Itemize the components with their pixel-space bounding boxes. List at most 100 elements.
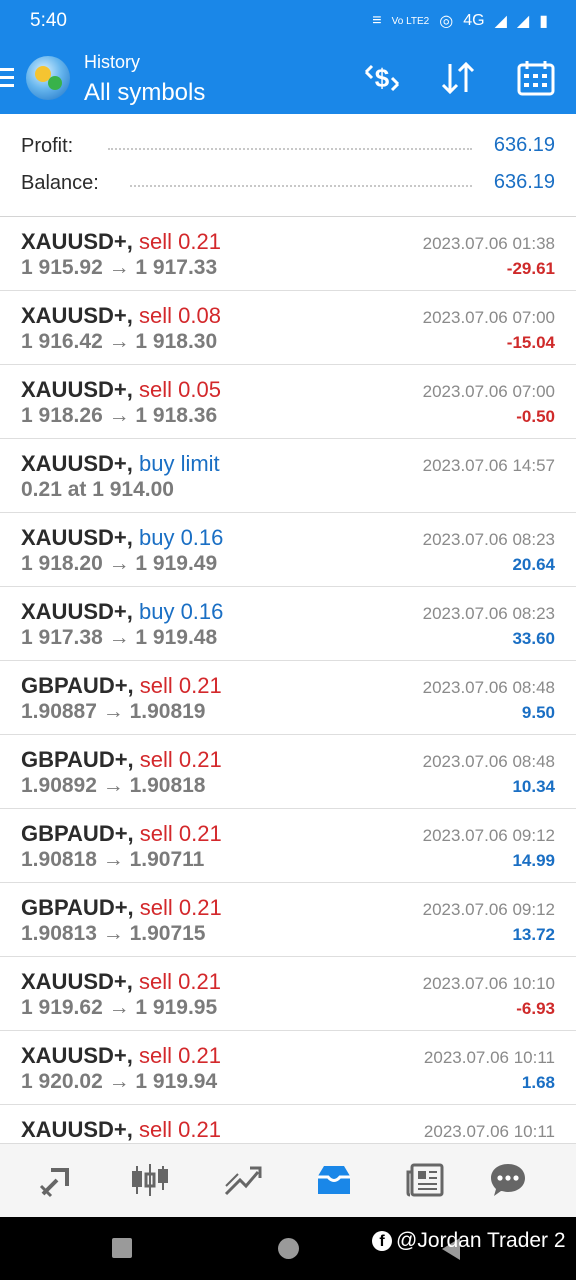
trade-time: 2023.07.06 10:11: [423, 1048, 555, 1067]
trade-action: sell 0.21: [138, 229, 221, 254]
calendar-icon[interactable]: [516, 58, 556, 98]
trade-row[interactable]: XAUUSD+, sell 0.21 1 920.02 → 1 919.94 202…: [0, 1031, 576, 1105]
trade-symbol: GBPAUD+, sell 0.21: [21, 821, 222, 847]
trade-symbol: XAUUSD+, sell 0.05: [21, 377, 221, 403]
watermark: f @Jordan Trader 2: [372, 1229, 566, 1253]
profit-label: Profit:: [21, 135, 74, 157]
symbol-name: GBPAUD+,: [21, 673, 134, 698]
trade-row[interactable]: XAUUSD+, buy 0.16 1 918.20 → 1 919.49 2023…: [0, 513, 576, 587]
trade-profit: 9.50: [521, 703, 555, 722]
symbol-name: XAUUSD+,: [21, 1043, 133, 1068]
trade-profit: 33.60: [512, 629, 555, 648]
trade-prices: 1.90818 → 1.90711: [21, 848, 205, 871]
history-icon[interactable]: [314, 1160, 354, 1200]
app-header: 5:40 ≡ Vo LTE2 ◎ 4G ◢ ◢ ▮ History All sy…: [0, 0, 576, 114]
dotted-leader: [108, 148, 472, 150]
messages-icon[interactable]: [488, 1160, 528, 1200]
signal-icon-2: ◢: [516, 13, 530, 30]
trade-symbol: GBPAUD+, sell 0.21: [21, 673, 222, 699]
trade-row[interactable]: GBPAUD+, sell 0.21 1.90818 → 1.90711 2023.…: [0, 809, 576, 883]
trade-time: 2023.07.06 07:00: [422, 308, 555, 327]
account-summary: Profit: 636.19 Balance: 636.19: [0, 114, 576, 217]
deposit-withdraw-icon[interactable]: $: [362, 58, 402, 98]
dotted-leader: [130, 185, 472, 187]
trade-row[interactable]: GBPAUD+, sell 0.21 1.90892 → 1.90818 2023.…: [0, 735, 576, 809]
trade-action: buy 0.16: [138, 525, 224, 550]
trade-time: 2023.07.06 09:12: [422, 900, 555, 919]
trade-row[interactable]: GBPAUD+, sell 0.21 1.90813 → 1.90715 2023.…: [0, 883, 576, 957]
trade-action: sell 0.21: [139, 673, 222, 698]
header-subtitle: History: [84, 52, 141, 72]
trade-time: 2023.07.06 08:48: [422, 678, 555, 697]
chart-icon[interactable]: [130, 1160, 170, 1200]
trade-profit: -6.93: [516, 999, 555, 1018]
trade-time: 2023.07.06 07:00: [422, 382, 555, 401]
trade-symbol: GBPAUD+, sell 0.21: [21, 747, 222, 773]
battery-icon: ▮: [539, 13, 548, 30]
sort-icon[interactable]: [438, 58, 478, 98]
trade-action: sell 0.21: [139, 821, 222, 846]
balance-label: Balance:: [21, 172, 99, 194]
balance-row: Balance: 636.19: [0, 168, 576, 198]
trade-row[interactable]: XAUUSD+, buy 0.16 1 917.38 → 1 919.48 2023…: [0, 587, 576, 661]
menu-icon[interactable]: [0, 68, 14, 92]
trade-prices: 1 918.20 → 1 919.49: [21, 552, 218, 575]
trade-action: sell 0.05: [138, 377, 221, 402]
trade-action: buy 0.16: [138, 599, 224, 624]
trade-icon[interactable]: [222, 1160, 262, 1200]
watermark-text: @Jordan Trader 2: [396, 1229, 566, 1252]
trade-symbol: GBPAUD+, sell 0.21: [21, 895, 222, 921]
trade-symbol: XAUUSD+, sell 0.21: [21, 1117, 221, 1143]
news-icon[interactable]: [406, 1160, 446, 1200]
recent-apps-button[interactable]: [112, 1238, 132, 1258]
symbol-filter-title[interactable]: All symbols: [84, 79, 205, 107]
trade-time: 2023.07.06 08:23: [422, 604, 555, 623]
status-bar: 5:40 ≡ Vo LTE2 ◎ 4G ◢ ◢ ▮: [0, 0, 576, 44]
trade-prices: 1.90887 → 1.90819: [21, 700, 206, 723]
symbol-name: XAUUSD+,: [21, 451, 133, 476]
trade-row[interactable]: XAUUSD+, sell 0.05 1 918.26 → 1 918.36 202…: [0, 365, 576, 439]
trade-row[interactable]: XAUUSD+, sell 0.21 2023.07.06 10:11: [0, 1105, 576, 1143]
status-indicators: ≡ Vo LTE2 ◎ 4G ◢ ◢ ▮: [372, 11, 548, 31]
trade-prices: 0.21 at 1 914.00: [21, 478, 174, 501]
trade-profit: 1.68: [521, 1073, 555, 1092]
symbol-name: GBPAUD+,: [21, 747, 134, 772]
symbol-name: XAUUSD+,: [21, 599, 133, 624]
trade-symbol: XAUUSD+, sell 0.21: [21, 1043, 221, 1069]
trade-symbol: XAUUSD+, sell 0.08: [21, 303, 221, 329]
volte-label: Vo LTE2: [391, 15, 430, 27]
trade-prices: 1 915.92 → 1 917.33: [21, 256, 218, 279]
home-button[interactable]: [278, 1238, 299, 1259]
trade-row[interactable]: XAUUSD+, sell 0.08 1 916.42 → 1 918.30 202…: [0, 291, 576, 365]
trade-profit: -15.04: [506, 333, 555, 352]
trade-time: 2023.07.06 10:11: [423, 1122, 555, 1141]
trade-prices: 1 920.02 → 1 919.94: [21, 1070, 218, 1093]
trade-symbol: XAUUSD+, buy 0.16: [21, 525, 223, 551]
quotes-icon[interactable]: [37, 1160, 77, 1200]
symbol-name: XAUUSD+,: [21, 303, 133, 328]
trade-prices: 1.90813 → 1.90715: [21, 922, 206, 945]
trade-prices: 1 916.42 → 1 918.30: [21, 330, 218, 353]
trade-row[interactable]: XAUUSD+, sell 0.21 1 915.92 → 1 917.33 202…: [0, 217, 576, 291]
svg-text:$: $: [375, 63, 390, 93]
trade-prices: 1.90892 → 1.90818: [21, 774, 206, 797]
symbol-name: GBPAUD+,: [21, 895, 134, 920]
trade-prices: 1 917.38 → 1 919.48: [21, 626, 218, 649]
trade-row[interactable]: XAUUSD+, sell 0.21 1 919.62 → 1 919.95 202…: [0, 957, 576, 1031]
app-logo: [26, 56, 70, 100]
trade-action: sell 0.21: [139, 747, 222, 772]
bottom-navigation: [0, 1143, 576, 1218]
trade-action: sell 0.21: [138, 1043, 221, 1068]
balance-value: 636.19: [493, 171, 555, 193]
trade-time: 2023.07.06 08:48: [422, 752, 555, 771]
trade-time: 2023.07.06 01:38: [422, 234, 555, 253]
trade-history-list[interactable]: XAUUSD+, sell 0.21 1 915.92 → 1 917.33 202…: [0, 217, 576, 1143]
trade-symbol: XAUUSD+, sell 0.21: [21, 969, 221, 995]
symbol-name: XAUUSD+,: [21, 229, 133, 254]
trade-row[interactable]: XAUUSD+, buy limit 0.21 at 1 914.00 2023.0…: [0, 439, 576, 513]
trade-profit: 13.72: [512, 925, 555, 944]
symbol-name: GBPAUD+,: [21, 821, 134, 846]
trade-profit: -0.50: [516, 407, 555, 426]
trade-prices: 1 919.62 → 1 919.95: [21, 996, 218, 1019]
trade-row[interactable]: GBPAUD+, sell 0.21 1.90887 → 1.90819 2023.…: [0, 661, 576, 735]
